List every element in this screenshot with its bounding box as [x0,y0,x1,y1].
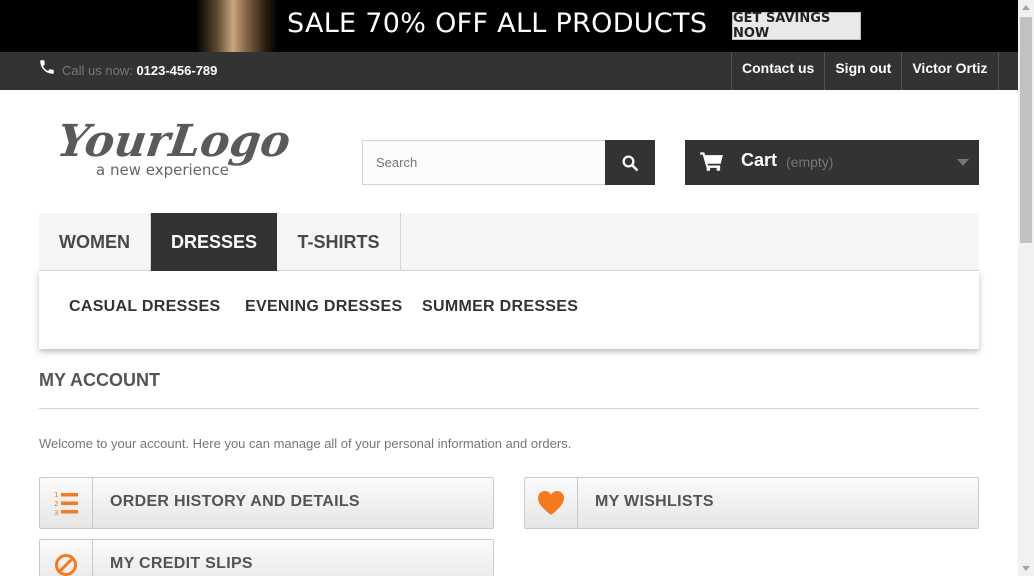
sign-out-link[interactable]: Sign out [824,52,901,90]
main-menu: WOMEN DRESSES T-SHIRTS [39,213,979,271]
call-us-text: Call us now: 0123-456-789 [62,63,217,78]
cart-icon [700,152,723,171]
chevron-down-icon [957,159,969,166]
menu-tab-dresses[interactable]: DRESSES [151,213,277,271]
menu-tab-women[interactable]: WOMEN [39,213,151,271]
phone-icon [40,60,54,74]
page-title: MY ACCOUNT [39,370,160,390]
credit-slips-label: MY CREDIT SLIPS [110,555,253,572]
scroll-up-arrow-icon[interactable] [1022,5,1030,10]
submenu-summer-dresses[interactable]: SUMMER DRESSES [422,298,578,316]
scroll-thumb[interactable] [1020,17,1032,243]
svg-text:3: 3 [54,509,58,516]
logo-main-text: YourLogo [60,115,294,167]
phone-number: 0123-456-789 [136,63,218,78]
cart-status: (empty) [786,154,834,170]
welcome-text: Welcome to your account. Here you can ma… [39,436,572,451]
svg-text:2: 2 [54,500,58,508]
cart-button[interactable]: Cart (empty) [685,140,979,185]
heading-divider [39,408,979,409]
logo-tagline: a new experience [96,161,229,179]
top-nav-bar: Call us now: 0123-456-789 Contact us Sig… [0,52,1018,90]
scroll-down-arrow-icon[interactable] [1022,566,1030,571]
call-us-label: Call us now: [62,63,133,78]
menu-tab-t-shirts[interactable]: T-SHIRTS [277,213,401,271]
list-ordered-icon: 1 2 3 [54,491,78,516]
account-name-link[interactable]: Victor Ortiz [901,52,999,90]
search-input[interactable] [363,141,605,184]
credit-slips-button[interactable]: MY CREDIT SLIPS [39,539,494,576]
order-history-button[interactable]: 1 2 3 ORDER HISTORY AND DETAILS [39,477,494,529]
my-wishlists-label: MY WISHLISTS [595,493,714,510]
page-scrollbar[interactable] [1018,0,1034,576]
order-history-label: ORDER HISTORY AND DETAILS [110,493,360,510]
svg-text:1: 1 [54,491,58,499]
get-savings-button[interactable]: GET SAVINGS NOW [732,11,861,41]
promo-model-image [196,0,278,52]
dresses-submenu: CASUAL DRESSES EVENING DRESSES SUMMER DR… [39,271,979,349]
cart-label: Cart [741,150,778,170]
top-links: Contact us Sign out Victor Ortiz [731,52,999,90]
promo-headline: SALE 70% OFF ALL PRODUCTS [287,8,708,39]
search-button[interactable] [605,140,655,185]
my-wishlists-button[interactable]: MY WISHLISTS [524,477,979,529]
site-logo[interactable]: YourLogo a new experience [60,110,300,180]
search-box [362,140,655,185]
search-icon [622,155,639,171]
heart-icon [538,491,564,515]
submenu-evening-dresses[interactable]: EVENING DRESSES [245,298,402,316]
contact-us-link[interactable]: Contact us [731,52,824,90]
submenu-casual-dresses[interactable]: CASUAL DRESSES [69,298,221,316]
ban-icon [55,554,77,576]
promo-banner[interactable]: SALE 70% OFF ALL PRODUCTS GET SAVINGS NO… [0,0,1018,52]
